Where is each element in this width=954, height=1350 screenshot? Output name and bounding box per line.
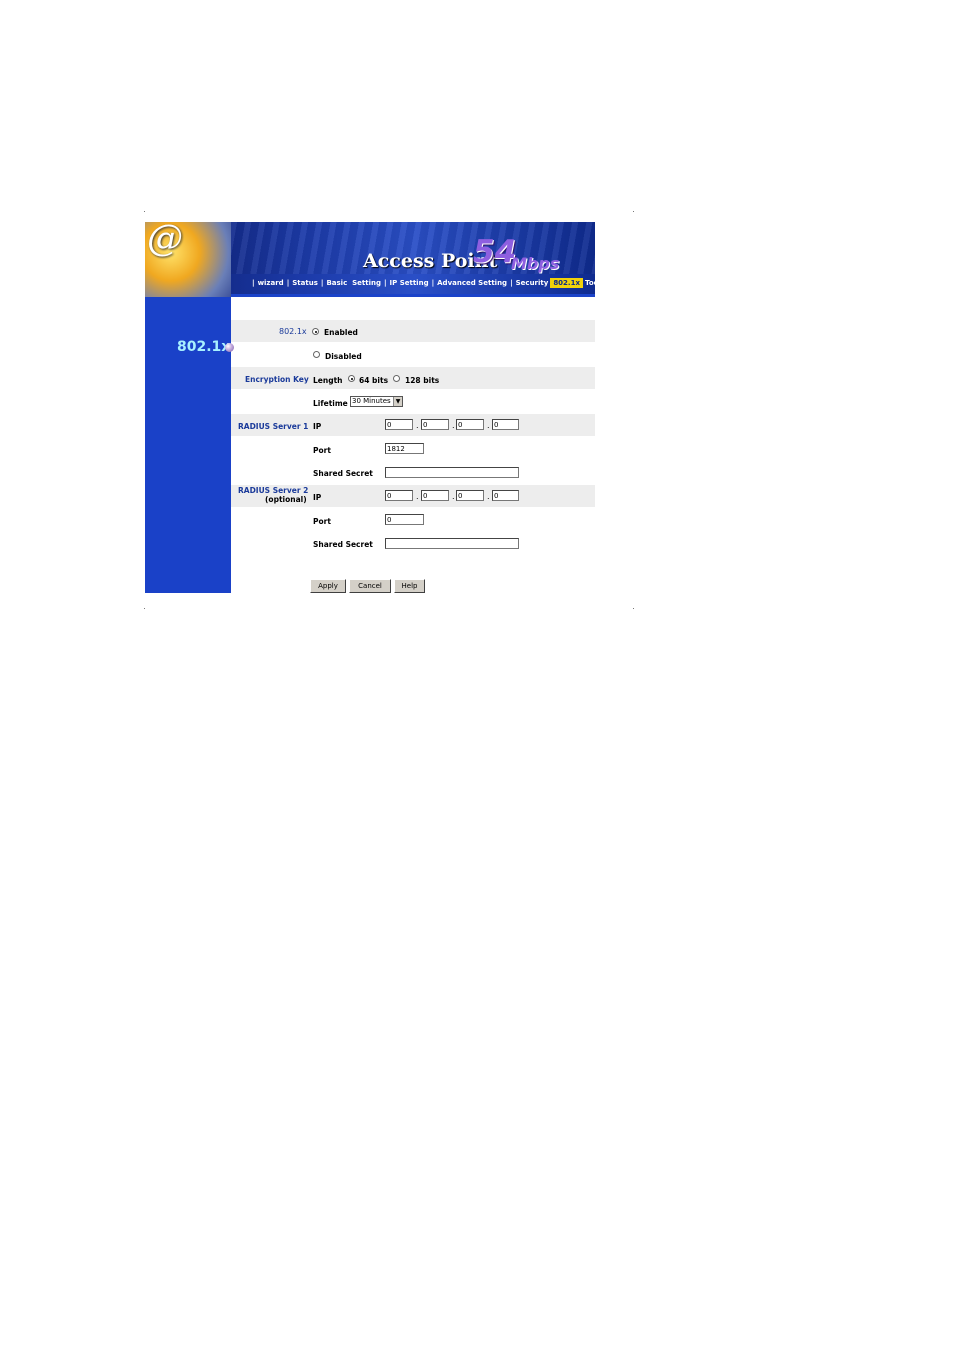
radius1-ip-octet-3[interactable] <box>456 419 484 430</box>
apply-button[interactable]: Apply <box>310 579 346 593</box>
radius2-secret-label: Shared Secret <box>313 540 373 549</box>
radius1-ip-octet-1[interactable] <box>385 419 413 430</box>
crop-mark <box>144 608 145 609</box>
at-logo-icon: @ <box>147 222 183 259</box>
radius1-port-label: Port <box>313 446 331 455</box>
ip-separator: . <box>487 492 490 501</box>
radius1-ip-label: IP <box>313 422 322 431</box>
speed-number: 54 <box>473 234 517 270</box>
ip-separator: . <box>452 421 455 430</box>
radius2-optional-label: (optional) <box>265 495 307 504</box>
crop-mark <box>144 211 145 212</box>
ip-separator: . <box>416 421 419 430</box>
radius2-secret-input[interactable] <box>385 538 519 549</box>
radius2-ip-octet-1[interactable] <box>385 490 413 501</box>
length-128-radio[interactable] <box>393 375 400 382</box>
disabled-label: Disabled <box>325 352 362 361</box>
radius1-label: RADIUS Server 1 <box>238 422 309 431</box>
chevron-down-icon[interactable]: ▼ <box>393 397 402 406</box>
help-button[interactable]: Help <box>394 579 425 593</box>
radius2-label: RADIUS Server 2 <box>238 486 309 495</box>
lifetime-label: Lifetime <box>313 399 348 408</box>
radius2-ip-octet-4[interactable] <box>492 490 519 501</box>
nav-security[interactable]: Security <box>514 279 551 287</box>
nav-tools[interactable]: Tools <box>583 279 595 287</box>
radius2-port-input[interactable] <box>385 514 424 525</box>
nav-advanced-setting[interactable]: Advanced Setting <box>435 279 509 287</box>
length-64-radio[interactable] <box>348 375 355 382</box>
ip-separator: . <box>416 492 419 501</box>
radius1-ip-octet-2[interactable] <box>421 419 449 430</box>
length-128-label: 128 bits <box>405 376 440 385</box>
radius1-port-input[interactable] <box>385 443 424 454</box>
cancel-button[interactable]: Cancel <box>349 579 391 593</box>
radius2-ip-octet-3[interactable] <box>456 490 484 501</box>
bullet-icon <box>225 343 234 352</box>
crop-mark <box>633 211 634 212</box>
main-nav: | wizard | Status | Basic Setting | IP Sett… <box>251 277 595 289</box>
enabled-radio[interactable] <box>312 328 319 335</box>
nav-802-1x[interactable]: 802.1x <box>550 278 583 288</box>
radius1-secret-label: Shared Secret <box>313 469 373 478</box>
radius2-ip-octet-2[interactable] <box>421 490 449 501</box>
nav-wizard[interactable]: wizard <box>256 279 286 287</box>
speed-unit: Mbps <box>511 254 560 273</box>
length-64-label: 64 bits <box>359 376 389 385</box>
dot1x-label: 802.1x <box>279 327 307 336</box>
enabled-label: Enabled <box>324 328 358 337</box>
radius2-port-label: Port <box>313 517 331 526</box>
lifetime-select[interactable]: 30 Minutes ▼ <box>350 396 403 407</box>
lifetime-value: 30 Minutes <box>352 397 391 405</box>
nav-basic-setting[interactable]: Basic Setting <box>324 279 383 287</box>
ip-separator: . <box>452 492 455 501</box>
radius1-ip-octet-4[interactable] <box>492 419 519 430</box>
sidebar: 802.1x <box>145 297 234 593</box>
length-label: Length <box>313 376 343 385</box>
router-admin-page: @ Access Point 54 Mbps | wizard | Status |… <box>145 222 595 593</box>
sidebar-title: 802.1x <box>177 339 231 355</box>
nav-status[interactable]: Status <box>290 279 320 287</box>
encryption-key-label: Encryption Key <box>245 375 309 384</box>
radius1-secret-input[interactable] <box>385 467 519 478</box>
radius2-ip-label: IP <box>313 493 322 502</box>
crop-mark <box>633 608 634 609</box>
logo: @ <box>145 222 231 297</box>
banner-underline <box>231 294 595 297</box>
disabled-radio[interactable] <box>313 351 320 358</box>
nav-ip-setting[interactable]: IP Setting <box>388 279 431 287</box>
ip-separator: . <box>487 421 490 430</box>
header-banner: @ Access Point 54 Mbps | wizard | Status |… <box>145 222 595 297</box>
